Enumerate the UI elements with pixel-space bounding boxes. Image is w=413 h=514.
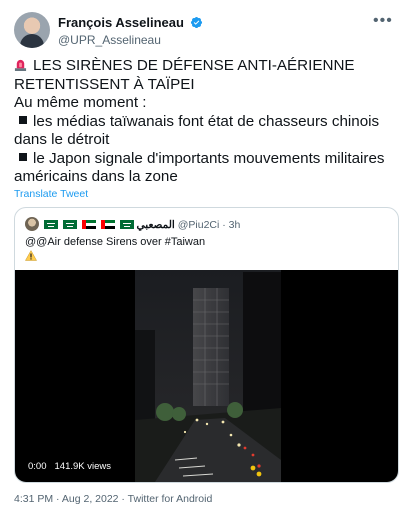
- translate-tweet-link[interactable]: Translate Tweet: [14, 188, 88, 200]
- tweet-text: LES SIRÈNES DE DÉFENSE ANTI-AÉRIENNE RET…: [14, 57, 406, 187]
- tweet-footer: 4:31 PMAug 2, 2022Twitter for Android: [14, 493, 212, 505]
- quoted-tweet[interactable]: المصعبي @Piu2Ci · 3h @@Air defense Siren…: [14, 207, 399, 483]
- tweet-line: américains dans la zone: [14, 168, 178, 185]
- tweet-line: le Japon signale d'importants mouvements…: [14, 150, 406, 169]
- quoted-time: 3h: [228, 219, 241, 231]
- video-meta: 0:00 141.9K views: [23, 459, 117, 475]
- tweet-line: dans le détroit: [14, 131, 110, 148]
- saudi-flag-icon: [62, 220, 77, 229]
- saudi-flag-icon: [119, 220, 134, 229]
- video-frame-night-city: [135, 270, 281, 482]
- tweet-date[interactable]: Aug 2, 2022: [53, 493, 118, 505]
- tweet-time[interactable]: 4:31 PM: [14, 493, 53, 505]
- warning-icon: [25, 250, 37, 261]
- quoted-tweet-header: المصعبي @Piu2Ci · 3h: [25, 217, 240, 231]
- tweet-line: LES SIRÈNES DE DÉFENSE ANTI-AÉRIENNE: [14, 57, 406, 76]
- saudi-flag-icon: [43, 220, 58, 229]
- video-player[interactable]: 0:00 141.9K views: [15, 270, 398, 482]
- verified-badge-icon: [191, 16, 203, 29]
- siren-icon: [14, 59, 27, 71]
- video-views: 141.9K views: [54, 461, 112, 472]
- more-dots-icon[interactable]: •••: [373, 13, 393, 30]
- author-avatar[interactable]: [14, 12, 50, 48]
- black-square-icon: [19, 115, 27, 124]
- quoted-author-name: المصعبي: [136, 219, 175, 231]
- uae-flag-icon: [100, 220, 115, 229]
- tweet-line: les médias taïwanais font état de chasse…: [14, 113, 406, 132]
- author-display-name[interactable]: François Asselineau: [58, 15, 184, 31]
- author-handle[interactable]: @UPR_Asselineau: [58, 32, 203, 48]
- tweet-source: Twitter for Android: [119, 493, 213, 505]
- author-names: François Asselineau @UPR_Asselineau: [58, 14, 203, 48]
- tweet-header: François Asselineau @UPR_Asselineau •••: [14, 10, 399, 50]
- quoted-author-avatar: [25, 217, 39, 231]
- uae-flag-icon: [81, 220, 96, 229]
- tweet-line: Au même moment :: [14, 94, 147, 111]
- black-square-icon: [19, 152, 27, 161]
- quoted-tweet-text: @@Air defense Sirens over #Taiwan: [25, 236, 206, 248]
- tweet-line: RETENTISSENT À TAÏPEI: [14, 75, 195, 93]
- video-time: 0:00: [28, 461, 47, 472]
- quoted-author-handle: @Piu2Ci: [177, 219, 220, 231]
- separator-dot: ·: [222, 219, 226, 231]
